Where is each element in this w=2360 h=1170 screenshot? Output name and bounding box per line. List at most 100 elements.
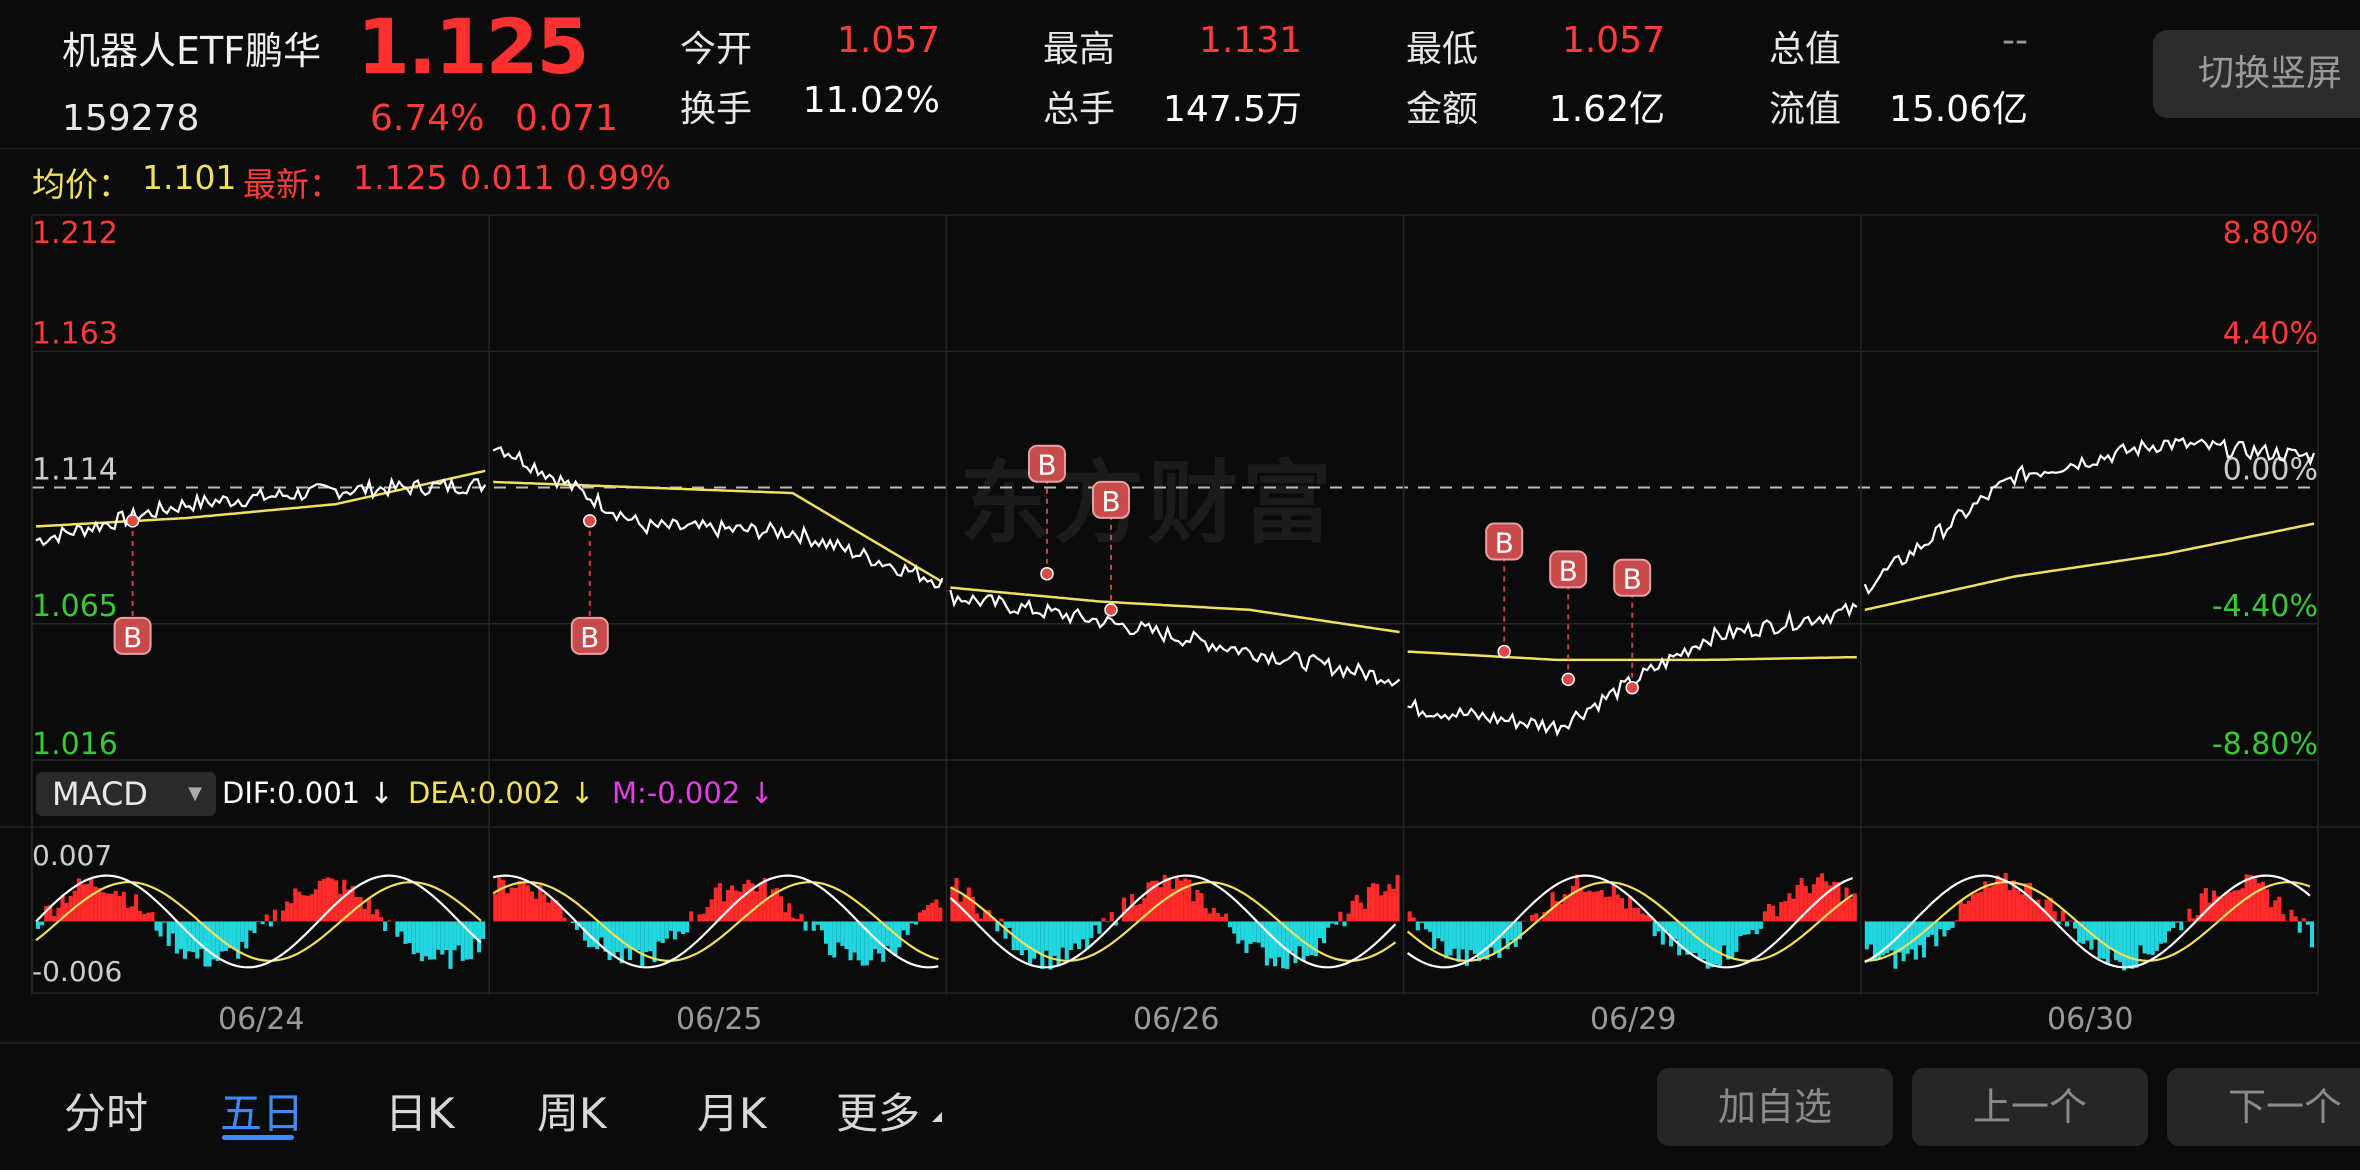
- macd-histogram-bar: [1289, 921, 1294, 952]
- macd-histogram-bar: [697, 914, 702, 922]
- macd-histogram-bar: [1366, 887, 1372, 922]
- macd-histogram-bar: [1803, 886, 1808, 922]
- macd-histogram-bar: [1085, 921, 1090, 949]
- macd-histogram-bar: [1199, 893, 1204, 922]
- previous-button[interactable]: 上一个: [1912, 1068, 2148, 1146]
- macd-histogram-bar: [1566, 896, 1571, 922]
- macd-histogram-bar: [1836, 882, 1841, 922]
- macd-histogram-bar: [1722, 921, 1727, 946]
- latest-label: 最新：: [243, 165, 342, 204]
- stat-label: 流值: [1769, 89, 1842, 130]
- macd-histogram-bar: [1101, 918, 1106, 922]
- macd-histogram-bar: [1007, 921, 1012, 928]
- next-button[interactable]: 下一个: [2167, 1068, 2360, 1146]
- macd-histogram-bar: [2130, 921, 2135, 969]
- macd-histogram-bar: [791, 917, 796, 922]
- macd-histogram-bar: [701, 913, 706, 922]
- buy-badge-label: B: [1495, 527, 1514, 560]
- macd-histogram-bar: [395, 921, 400, 937]
- macd-histogram-bar: [828, 921, 833, 956]
- y-axis-label-right: 8.80%: [2223, 216, 2318, 251]
- macd-histogram-bar: [2015, 889, 2020, 922]
- y-axis-label: 1.212: [32, 216, 118, 251]
- macd-histogram-bar: [121, 891, 126, 922]
- macd-histogram-bar: [342, 879, 347, 922]
- macd-histogram-bar: [1636, 907, 1641, 922]
- five-day-chart[interactable]: 1.212 1.163 1.114 1.065 1.016 8.80% 4.40% 0.00%…: [0, 205, 2360, 1050]
- y-axis-label: 1.016: [32, 727, 118, 762]
- macd-histogram-bar: [823, 921, 829, 944]
- tab-weekly-k[interactable]: 周K: [537, 1080, 607, 1141]
- macd-histogram-bar: [1019, 921, 1024, 956]
- macd-histogram-bar: [562, 917, 567, 922]
- macd-histogram-bar: [2019, 894, 2025, 922]
- macd-histogram-bar: [52, 915, 57, 922]
- macd-histogram-bar: [162, 921, 167, 923]
- macd-histogram-bar: [534, 898, 539, 922]
- macd-histogram-bar: [999, 918, 1004, 922]
- macd-histogram-bar: [1166, 877, 1171, 922]
- change-amount: 0.071: [515, 98, 619, 139]
- macd-histogram-bar: [1305, 921, 1310, 956]
- macd-histogram-bar: [2142, 921, 2147, 954]
- indicator-select[interactable]: MACD ▼: [36, 772, 216, 816]
- macd-histogram-bar: [1726, 921, 1731, 960]
- macd-histogram-bar: [1607, 896, 1612, 922]
- macd-histogram-bar: [921, 909, 927, 922]
- switch-portrait-button[interactable]: 切换竖屏: [2153, 30, 2360, 118]
- macd-histogram-bar: [1779, 902, 1784, 922]
- tab-intraday[interactable]: 分时: [64, 1080, 148, 1141]
- macd-histogram-bar: [1958, 900, 1963, 922]
- macd-histogram-bar: [1583, 891, 1588, 922]
- y-axis-label: 1.163: [32, 316, 118, 351]
- macd-histogram-bar: [836, 921, 841, 943]
- macd-histogram-bar: [1652, 921, 1657, 937]
- stat-value: --: [2002, 20, 2028, 61]
- macd-histogram-bar: [1954, 920, 1959, 922]
- buy-badge-label: B: [1623, 563, 1642, 596]
- macd-histogram-bar: [1317, 921, 1323, 939]
- macd-histogram-bar: [1966, 900, 1971, 922]
- stat-label: 最高: [1043, 29, 1116, 70]
- macd-histogram-bar: [1391, 888, 1396, 922]
- macd-histogram-bar: [1521, 920, 1527, 922]
- tab-more[interactable]: 更多: [836, 1080, 920, 1141]
- tab-five-day[interactable]: 五日: [220, 1080, 304, 1141]
- macd-histogram-bar: [668, 921, 673, 931]
- macd-histogram-bar: [117, 896, 122, 922]
- avg-price-label: 均价：: [32, 165, 131, 204]
- buy-badge-label: B: [1037, 449, 1056, 482]
- macd-histogram-bar: [1179, 880, 1184, 922]
- macd-histogram-bar: [1338, 911, 1343, 922]
- macd-histogram-bar: [358, 896, 363, 922]
- macd-histogram-bar: [1105, 921, 1110, 923]
- macd-histogram-bar: [1603, 897, 1608, 922]
- macd-histogram-bar: [481, 921, 486, 939]
- macd-histogram-bar: [1970, 894, 1976, 922]
- macd-histogram-bar: [2248, 875, 2253, 922]
- macd-histogram-bar: [2126, 921, 2131, 967]
- macd-histogram-bar: [1395, 874, 1400, 922]
- buy-marker-dot: [125, 514, 140, 528]
- macd-histogram-bar: [881, 921, 886, 962]
- add-watchlist-button[interactable]: 加自选: [1657, 1068, 1893, 1146]
- macd-histogram-bar: [766, 898, 771, 922]
- macd-histogram-bar: [1975, 892, 1980, 922]
- buy-marker-dot: [1104, 603, 1118, 617]
- macd-histogram-bar: [1738, 921, 1743, 937]
- macd-histogram-bar: [893, 921, 898, 956]
- macd-histogram-bar: [497, 877, 502, 922]
- macd-histogram-bar: [1868, 921, 1873, 945]
- date-label: 06/24: [218, 1002, 305, 1037]
- macd-histogram-bar: [640, 921, 645, 967]
- macd-histogram-bar: [1456, 921, 1461, 962]
- tab-daily-k[interactable]: 日K: [385, 1080, 455, 1141]
- macd-histogram-bar: [2007, 890, 2012, 922]
- macd-histogram-bar: [889, 921, 894, 952]
- buy-badge-label: B: [1559, 554, 1578, 587]
- macd-histogram-bar: [146, 912, 151, 922]
- stat-label: 今开: [680, 29, 753, 70]
- tab-monthly-k[interactable]: 月K: [697, 1080, 767, 1141]
- macd-histogram-bar: [1791, 898, 1796, 922]
- macd-histogram-bar: [248, 921, 253, 931]
